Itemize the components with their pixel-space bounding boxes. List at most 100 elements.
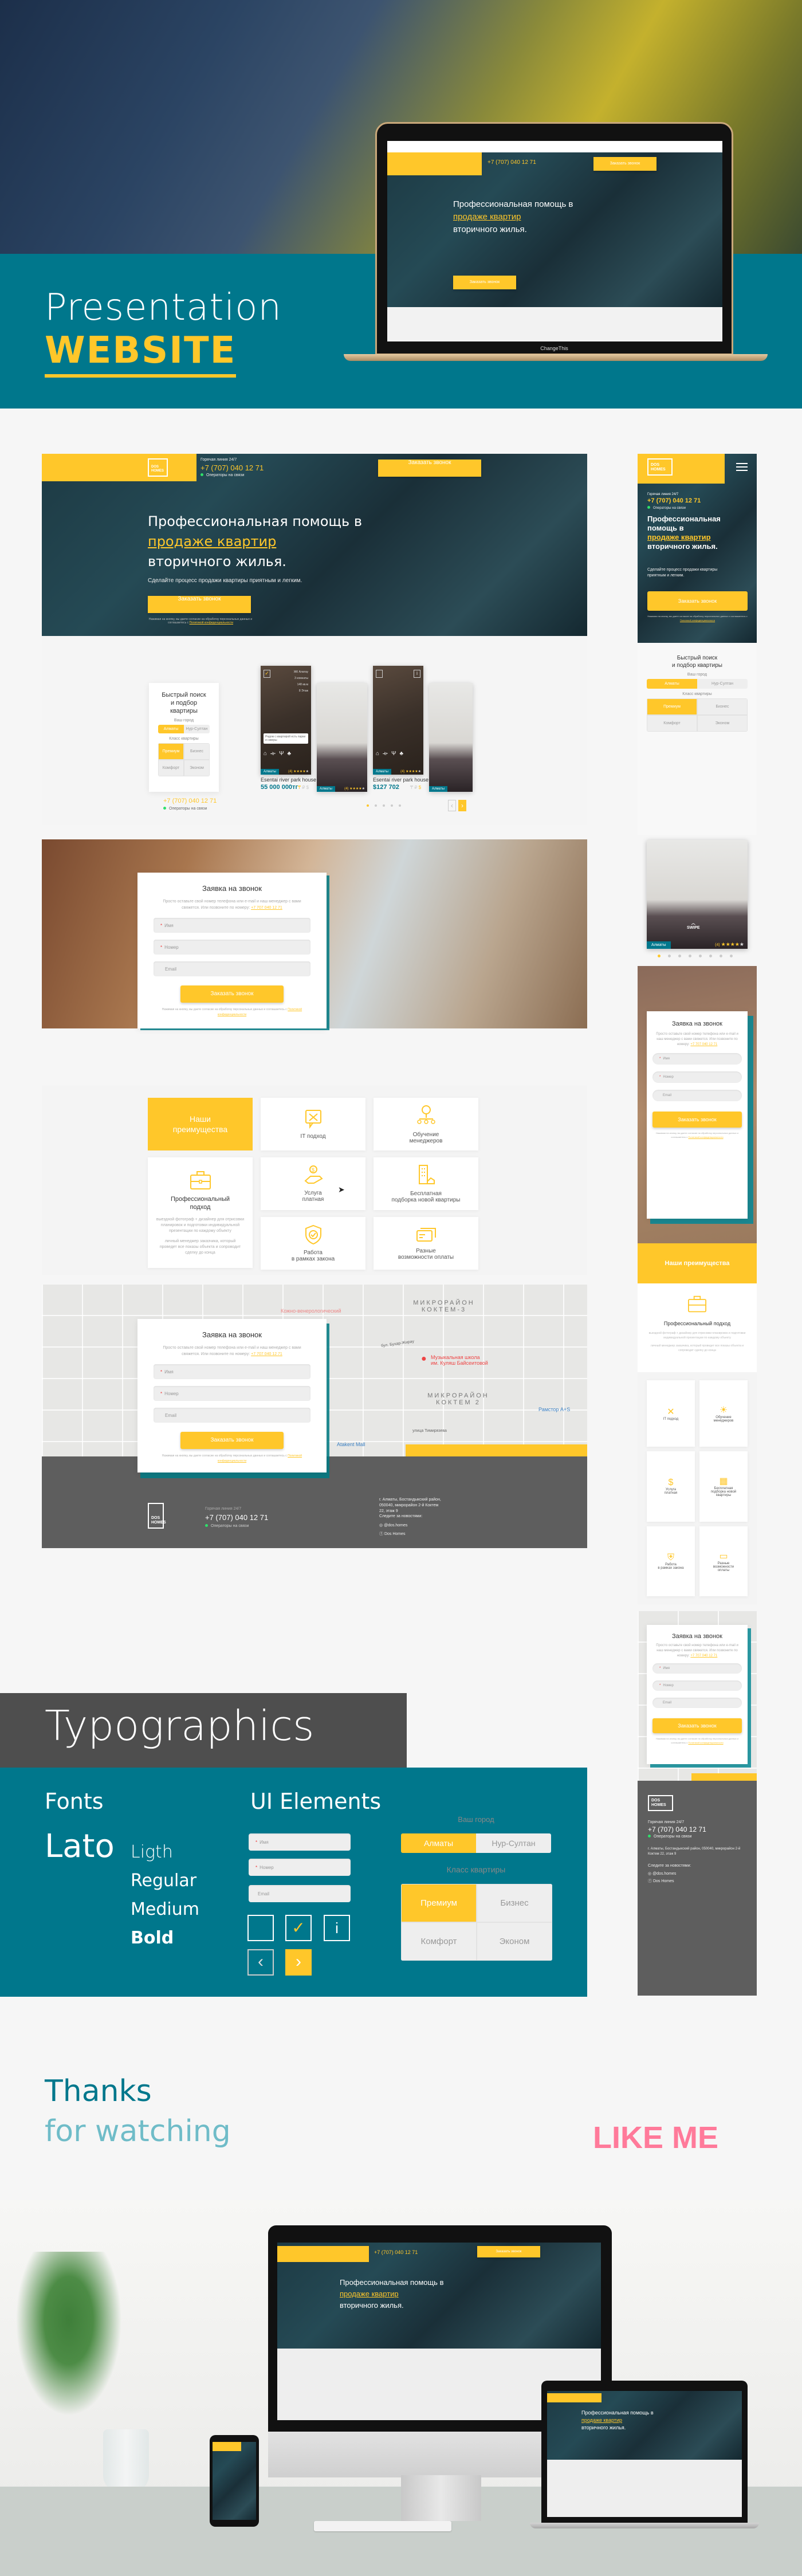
house-icon[interactable]: ⌂ bbox=[376, 751, 383, 757]
carousel-dot[interactable] bbox=[375, 804, 377, 807]
select-checkbox[interactable]: ✓ bbox=[264, 670, 270, 678]
name-field[interactable]: * Имя bbox=[652, 1663, 742, 1674]
brand-logo[interactable]: DOS HOMES bbox=[148, 458, 168, 477]
mobile-hero-cta[interactable]: Заказать звонок bbox=[647, 591, 748, 611]
carousel-dot-active[interactable] bbox=[658, 955, 661, 957]
class-option-economy[interactable]: Эконом bbox=[184, 760, 210, 776]
privacy-link[interactable]: Политикой конфиденциальности bbox=[688, 1136, 723, 1138]
restaurant-icon[interactable]: Ψ bbox=[391, 751, 399, 757]
info-icon[interactable]: i bbox=[414, 670, 420, 678]
class-option-comfort[interactable]: Комфорт bbox=[401, 1922, 477, 1961]
sample-name-field[interactable]: * Имя bbox=[249, 1833, 351, 1851]
gym-icon[interactable]: ⟛ bbox=[383, 751, 391, 757]
footer-phone[interactable]: +7 (707) 040 12 71 bbox=[205, 1513, 268, 1522]
name-field[interactable]: * Имя bbox=[154, 918, 310, 933]
house-icon[interactable]: ⌂ bbox=[264, 751, 270, 757]
currency-dollar[interactable]: $ bbox=[419, 785, 421, 790]
currency-switch[interactable]: ₸ ₽ $ bbox=[298, 785, 309, 790]
privacy-link[interactable]: Политикой конфиденциальности bbox=[680, 619, 715, 622]
callback-phone-link[interactable]: +7 707 040 12 71 bbox=[690, 1654, 717, 1658]
sample-phone-field[interactable]: * Номер bbox=[249, 1859, 351, 1876]
carousel-dot-active[interactable] bbox=[367, 804, 369, 807]
callback-submit-button[interactable]: Заказать звонок bbox=[652, 1112, 742, 1128]
listing-card[interactable]: Алматы (4) ★★★★★ bbox=[317, 683, 367, 792]
header-callback-button[interactable]: Заказать звонок bbox=[378, 460, 481, 477]
callback-phone-link[interactable]: +7 707 040 12 71 bbox=[690, 1043, 717, 1046]
city-option-nur-sultan[interactable]: Нур-Султан bbox=[697, 679, 748, 689]
class-option-economy[interactable]: Эконом bbox=[477, 1922, 552, 1961]
currency-tenge[interactable]: ₸ bbox=[410, 785, 413, 790]
mobile-footer-logo[interactable]: DOS HOMES bbox=[648, 1795, 673, 1811]
sample-checkbox-empty[interactable] bbox=[247, 1915, 274, 1941]
class-option-premium[interactable]: Премиум bbox=[647, 698, 697, 715]
mobile-footer-phone[interactable]: +7 (707) 040 12 71 bbox=[648, 1825, 746, 1833]
phone-field[interactable]: * Номер bbox=[154, 1386, 310, 1401]
search-phone[interactable]: +7 (707) 040 12 71 bbox=[163, 798, 217, 804]
city-option-nur-sultan[interactable]: Нур-Султан bbox=[184, 725, 210, 733]
carousel-dot[interactable] bbox=[399, 804, 401, 807]
sample-email-field[interactable]: Email bbox=[249, 1885, 351, 1902]
class-option-economy[interactable]: Эконом bbox=[697, 715, 748, 732]
carousel-prev-button[interactable]: ‹ bbox=[448, 800, 456, 811]
instagram-link[interactable]: ◎ @dos.homes bbox=[648, 1871, 746, 1876]
carousel-dot[interactable] bbox=[730, 955, 733, 957]
email-field[interactable]: Email bbox=[652, 1698, 742, 1708]
sample-checkbox-checked[interactable]: ✓ bbox=[285, 1915, 312, 1941]
header-phone[interactable]: +7 (707) 040 12 71 bbox=[200, 464, 264, 472]
currency-dollar[interactable]: $ bbox=[306, 785, 309, 790]
mobile-phone[interactable]: +7 (707) 040 12 71 bbox=[647, 497, 701, 504]
class-option-comfort[interactable]: Комфорт bbox=[647, 715, 697, 732]
class-option-premium[interactable]: Премиум bbox=[401, 1884, 477, 1922]
class-option-business[interactable]: Бизнес bbox=[697, 698, 748, 715]
select-checkbox[interactable] bbox=[376, 670, 383, 678]
class-option-comfort[interactable]: Комфорт bbox=[158, 760, 184, 776]
email-field[interactable]: Email bbox=[154, 1408, 310, 1423]
mobile-logo[interactable]: DOS HOMES bbox=[647, 458, 673, 476]
carousel-dot[interactable] bbox=[699, 955, 702, 957]
name-field[interactable]: * Имя bbox=[652, 1053, 742, 1065]
phone-field[interactable]: * Номер bbox=[652, 1071, 742, 1083]
instagram-link[interactable]: ◎ @dos.homes bbox=[379, 1523, 407, 1527]
class-option-business[interactable]: Бизнес bbox=[184, 743, 210, 760]
listing-card[interactable]: i ⌂⟛Ψ♣ Алматы (4) ★★★★★ bbox=[373, 666, 423, 775]
sample-info-button[interactable]: i bbox=[324, 1915, 350, 1941]
email-field[interactable]: Email bbox=[652, 1090, 742, 1101]
park-icon[interactable]: ♣ bbox=[399, 751, 407, 757]
class-option-premium[interactable]: Премиум bbox=[158, 743, 184, 760]
sample-prev-button[interactable]: ‹ bbox=[247, 1949, 274, 1976]
callback-submit-button[interactable]: Заказать звонок bbox=[180, 1432, 284, 1449]
carousel-dot[interactable] bbox=[668, 955, 671, 957]
park-icon[interactable]: ♣ bbox=[287, 751, 294, 757]
hamburger-menu-icon[interactable] bbox=[736, 463, 748, 471]
listing-card[interactable]: Алматы bbox=[429, 683, 473, 792]
sample-next-button[interactable]: › bbox=[285, 1949, 312, 1976]
hero-callback-button[interactable]: Заказать звонок bbox=[148, 596, 251, 613]
city-option-nur-sultan[interactable]: Нур-Султан bbox=[476, 1833, 551, 1853]
email-field[interactable]: Email bbox=[154, 961, 310, 976]
phone-field[interactable]: * Номер bbox=[154, 940, 310, 955]
facebook-link[interactable]: ⓕ Dos Homes bbox=[379, 1531, 406, 1537]
privacy-link[interactable]: Политикой конфиденциальности bbox=[190, 621, 234, 625]
name-field[interactable]: * Имя bbox=[154, 1364, 310, 1379]
listing-card[interactable]: ✓ ЖК Алатау 3 комнаты 148 кв.м 8 Этаж Рядом… bbox=[261, 666, 311, 775]
phone-field[interactable]: * Номер bbox=[652, 1680, 742, 1691]
restaurant-icon[interactable]: Ψ bbox=[279, 751, 287, 757]
carousel-next-button[interactable]: › bbox=[458, 800, 466, 811]
carousel-dot[interactable] bbox=[709, 955, 712, 957]
like-me-button[interactable]: LIKE ME bbox=[593, 2120, 718, 2155]
city-option-almaty[interactable]: Алматы bbox=[647, 679, 697, 689]
privacy-link[interactable]: Политикой конфиденциальности bbox=[688, 1741, 723, 1744]
carousel-dot[interactable] bbox=[689, 955, 691, 957]
currency-ruble[interactable]: ₽ bbox=[414, 785, 417, 790]
callback-submit-button[interactable]: Заказать звонок bbox=[652, 1718, 742, 1733]
carousel-dot[interactable] bbox=[678, 955, 681, 957]
carousel-dot[interactable] bbox=[383, 804, 385, 807]
currency-switch[interactable]: ₸ ₽ $ bbox=[410, 785, 421, 790]
city-option-almaty[interactable]: Алматы bbox=[158, 725, 184, 733]
map-pin-icon[interactable]: ● bbox=[421, 1354, 427, 1364]
city-option-almaty[interactable]: Алматы bbox=[401, 1833, 476, 1853]
mobile-listing-card[interactable]: ︿ SWIPE Алматы (4) ★★★★★ bbox=[647, 840, 748, 949]
gym-icon[interactable]: ⟛ bbox=[270, 751, 279, 757]
currency-tenge[interactable]: ₸ bbox=[298, 785, 301, 790]
carousel-dot[interactable] bbox=[391, 804, 393, 807]
